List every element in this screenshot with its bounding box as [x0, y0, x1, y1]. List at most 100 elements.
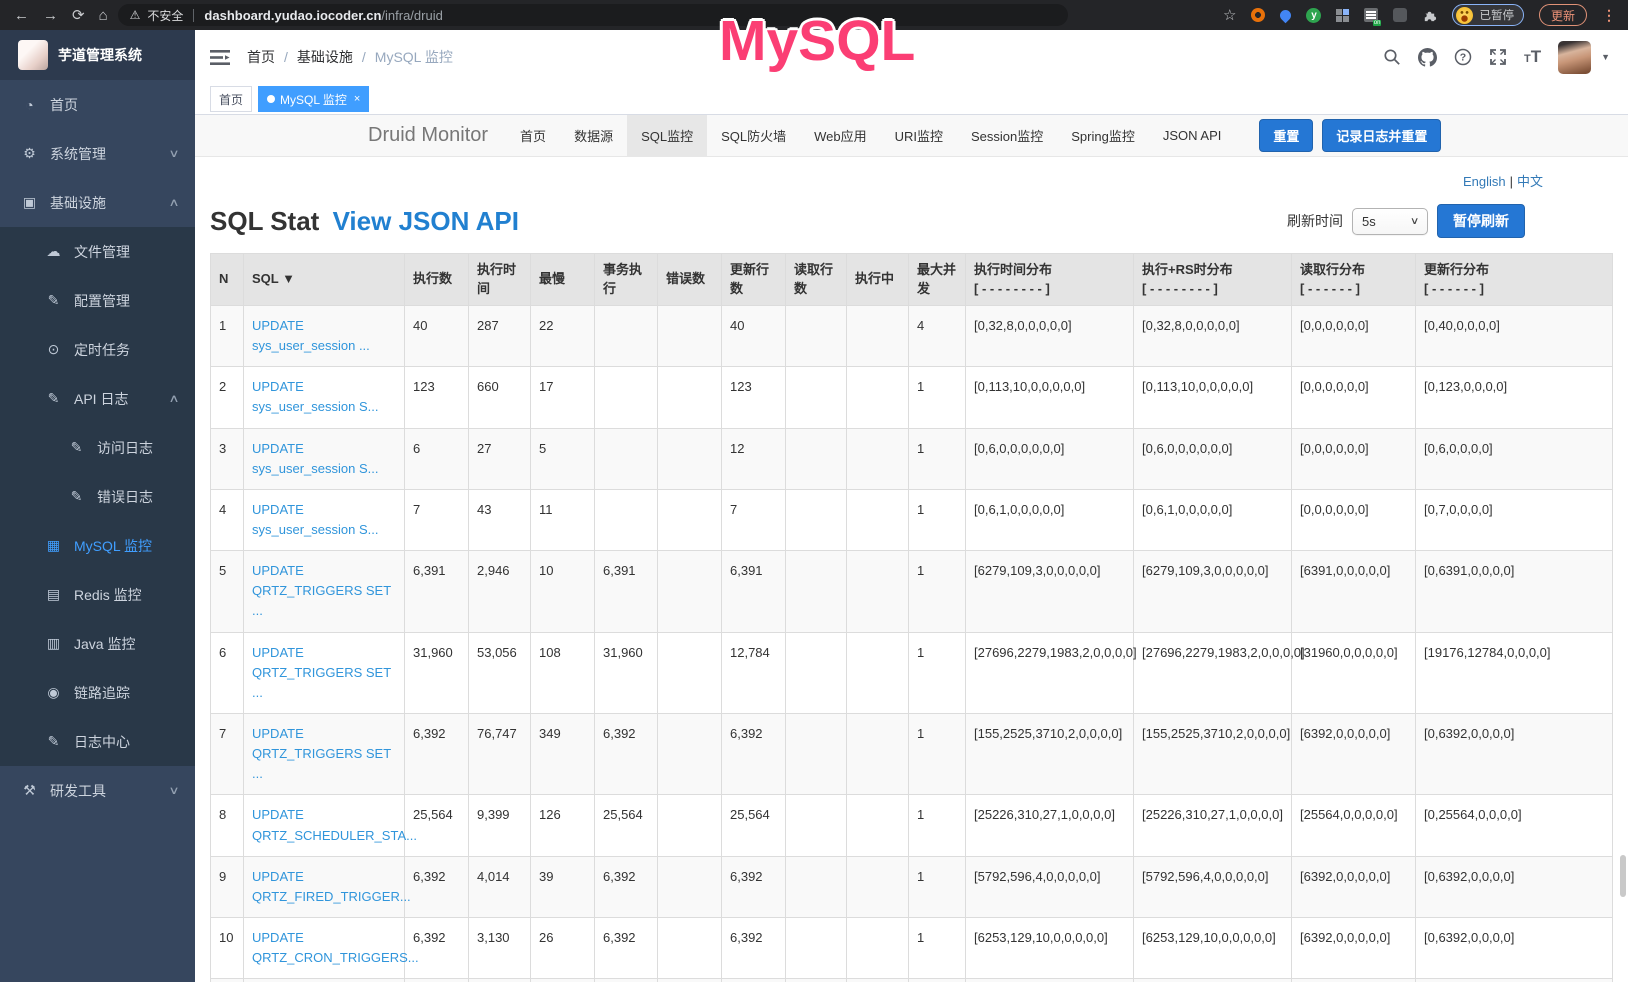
sql-link[interactable]: UPDATE QRTZ_SCHEDULER_STA...: [252, 807, 417, 842]
cell-read_dist: [31960,0,0,0,0,0]: [1292, 632, 1416, 713]
hamburger-icon[interactable]: [210, 49, 230, 66]
druid-nav-item-1[interactable]: 数据源: [560, 115, 627, 156]
cell-read_rows: [786, 632, 847, 713]
user-avatar[interactable]: [1558, 41, 1591, 74]
tab-mysql-monitor[interactable]: MySQL 监控×: [258, 86, 369, 112]
address-bar[interactable]: ⚠ 不安全 dashboard.yudao.iocoder.cn/infra/d…: [118, 4, 1068, 26]
sidebar-item-file-management[interactable]: ☁文件管理: [0, 227, 195, 276]
cell-read_dist: [25564,0,0,0,0,0]: [1292, 795, 1416, 856]
sidebar-item-error-log[interactable]: ✎错误日志: [0, 472, 195, 521]
druid-nav-item-6[interactable]: Session监控: [957, 115, 1057, 156]
extension-tabs-icon[interactable]: on: [1364, 8, 1378, 22]
column-sublabel: [ - - - - - - ]: [1300, 280, 1407, 299]
sql-link[interactable]: UPDATE sys_user_session S...: [252, 502, 378, 537]
cell-errors: [658, 428, 722, 489]
druid-nav-item-0[interactable]: 首页: [506, 115, 560, 156]
close-tab-icon[interactable]: ×: [354, 93, 360, 105]
extensions-puzzle-icon[interactable]: [1422, 8, 1437, 23]
column-label: 更新行分布: [1424, 261, 1604, 280]
cell-n: 9: [211, 856, 244, 917]
sql-link[interactable]: UPDATE QRTZ_TRIGGERS SET ...: [252, 563, 391, 618]
browser-menu-icon[interactable]: ⋮: [1602, 7, 1616, 24]
sql-link[interactable]: UPDATE QRTZ_TRIGGERS SET ...: [252, 726, 391, 781]
search-icon[interactable]: [1383, 48, 1401, 66]
refresh-controls: 刷新时间 5s ∨ 暂停刷新: [1287, 204, 1525, 238]
browser-update-button[interactable]: 更新: [1539, 4, 1587, 26]
sidebar-item-redis-monitor[interactable]: ▤Redis 监控: [0, 570, 195, 619]
druid-nav-item-5[interactable]: URI监控: [881, 115, 957, 156]
druid-nav-item-8[interactable]: JSON API: [1149, 115, 1236, 156]
cell-exec_count: 40: [405, 306, 469, 367]
cell-exec_rs_dist: [0,6,0,0,0,0,0,0]: [1134, 428, 1292, 489]
breadcrumb-separator: /: [362, 49, 366, 65]
column-header-1[interactable]: SQL ▼: [244, 254, 405, 306]
druid-nav-item-2[interactable]: SQL监控: [627, 115, 707, 156]
font-size-icon[interactable]: TT: [1524, 47, 1541, 67]
sql-link[interactable]: UPDATE QRTZ_FIRED_TRIGGER...: [252, 869, 411, 904]
refresh-interval-select[interactable]: 5s ∨: [1352, 208, 1428, 235]
pause-refresh-button[interactable]: 暂停刷新: [1437, 204, 1525, 238]
cell-txn: [595, 306, 658, 367]
column-header-14: 更新行分布[ - - - - - - ]: [1416, 254, 1613, 306]
sidebar-item-label: 访问日志: [97, 438, 153, 458]
sql-link[interactable]: UPDATE sys_user_session S...: [252, 379, 378, 414]
browser-back-icon[interactable]: ←: [14, 8, 29, 23]
extension-grid-icon[interactable]: [1336, 9, 1349, 22]
lang-english-link[interactable]: English: [1463, 174, 1506, 189]
extension-green-icon[interactable]: y: [1306, 8, 1321, 23]
page-url: dashboard.yudao.iocoder.cn/infra/druid: [204, 8, 442, 23]
sidebar-item-home[interactable]: ◔首页: [0, 80, 195, 129]
fullscreen-icon[interactable]: [1489, 48, 1507, 66]
sidebar-item-trace[interactable]: ◉ 链路追踪: [0, 668, 195, 717]
column-label: 执行数: [413, 270, 460, 289]
browser-forward-icon[interactable]: →: [43, 8, 58, 23]
sidebar-item-dev-tools[interactable]: ⚒研发工具∨: [0, 766, 195, 815]
cell-errors: [658, 551, 722, 632]
cell-max_concurrent: 1: [909, 489, 966, 550]
extension-dark-icon[interactable]: [1393, 8, 1407, 22]
cell-n: 8: [211, 795, 244, 856]
sidebar-item-access-log[interactable]: ✎访问日志: [0, 423, 195, 472]
sidebar-item-infrastructure[interactable]: ▣基础设施∧: [0, 178, 195, 227]
bookmark-star-icon[interactable]: ☆: [1223, 6, 1236, 24]
breadcrumb-home[interactable]: 首页: [247, 47, 275, 67]
extension-orange-icon[interactable]: [1251, 8, 1265, 22]
sidebar-menu: ◔首页⚙系统管理∨▣基础设施∧☁文件管理✎配置管理⊙定时任务✎API 日志∧✎访…: [0, 80, 195, 815]
trace-icon: ◉: [45, 684, 62, 701]
cell-running: [847, 632, 909, 713]
avatar-caret-icon[interactable]: ▼: [1601, 52, 1610, 62]
sidebar-item-config-management[interactable]: ✎配置管理: [0, 276, 195, 325]
view-json-api-link[interactable]: View JSON API: [333, 206, 519, 236]
cell-sql: UPDATE QRTZ_TRIGGERS SET ...: [244, 713, 405, 794]
sql-link[interactable]: UPDATE QRTZ_CRON_TRIGGERS...: [252, 930, 419, 965]
sidebar-item-java-monitor[interactable]: ▥Java 监控: [0, 619, 195, 668]
sidebar-item-system-management[interactable]: ⚙系统管理∨: [0, 129, 195, 178]
github-icon[interactable]: [1418, 48, 1437, 67]
sql-link[interactable]: UPDATE sys_user_session S...: [252, 441, 378, 476]
reset-button[interactable]: 重置: [1259, 119, 1313, 152]
sidebar-item-mysql-monitor[interactable]: ▦MySQL 监控: [0, 521, 195, 570]
browser-profile-button[interactable]: 已暂停: [1452, 4, 1524, 26]
sidebar-item-api-logs[interactable]: ✎API 日志∧: [0, 374, 195, 423]
sidebar-item-scheduled-jobs[interactable]: ⊙定时任务: [0, 325, 195, 374]
sidebar-item-log-center[interactable]: ✎日志中心: [0, 717, 195, 766]
druid-nav-item-3[interactable]: SQL防火墙: [707, 115, 800, 156]
sql-link[interactable]: UPDATE QRTZ_TRIGGERS SET ...: [252, 645, 391, 700]
lang-chinese-link[interactable]: 中文: [1517, 174, 1543, 189]
scrollbar-thumb[interactable]: [1620, 855, 1626, 897]
cell-update_rows: 6,392: [722, 713, 786, 794]
chevron-up-icon: ∧: [168, 392, 179, 405]
help-icon[interactable]: ?: [1454, 48, 1472, 66]
tab-home[interactable]: 首页: [210, 86, 252, 112]
druid-nav-item-4[interactable]: Web应用: [800, 115, 881, 156]
browser-reload-icon[interactable]: ⟳: [72, 8, 85, 23]
extension-pin-icon[interactable]: [1278, 7, 1294, 23]
sidebar-item-label: 链路追踪: [74, 683, 130, 703]
druid-nav-item-7[interactable]: Spring监控: [1057, 115, 1149, 156]
security-warning-icon[interactable]: ⚠: [130, 8, 141, 22]
log-and-reset-button[interactable]: 记录日志并重置: [1322, 119, 1441, 152]
cell-max_concurrent: 1: [909, 551, 966, 632]
sql-link[interactable]: UPDATE sys_user_session ...: [252, 318, 370, 353]
breadcrumb-infrastructure[interactable]: 基础设施: [297, 47, 353, 67]
browser-home-icon[interactable]: ⌂: [99, 8, 108, 23]
